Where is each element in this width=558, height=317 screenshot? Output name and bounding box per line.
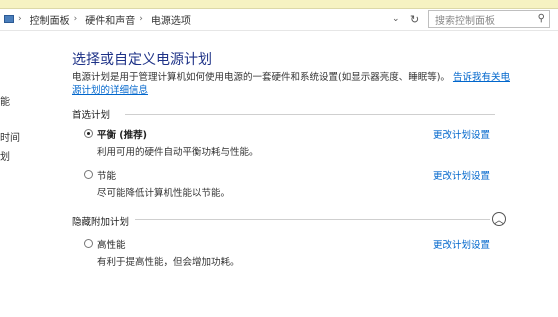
balanced-plan-description: 利用可用的硬件自动平衡功耗与性能。 [97, 147, 259, 158]
window-top-strip [0, 0, 558, 9]
description-text: 电源计划是用于管理计算机如何使用电源的一套硬件和系统设置(如显示器亮度、睡眠等)… [72, 72, 450, 83]
search-icon[interactable]: ⚲ [538, 13, 545, 24]
breadcrumb-separator-icon: › [73, 14, 78, 24]
high-performance-plan-description: 有利于提高性能，但会增加功耗。 [97, 257, 240, 268]
expand-collapse-icon[interactable]: ︿ [492, 212, 506, 226]
power-saver-plan-description: 尽可能降低计算机性能以节能。 [97, 188, 231, 199]
balanced-plan-radio[interactable] [84, 129, 93, 138]
hidden-plans-label[interactable]: 隐藏附加计划 [72, 214, 129, 228]
high-performance-plan-radio[interactable] [84, 239, 93, 248]
address-divider [0, 30, 558, 31]
page-description: 电源计划是用于管理计算机如何使用电源的一套硬件和系统设置(如显示器亮度、睡眠等)… [72, 71, 512, 97]
breadcrumb-separator-icon: › [18, 14, 22, 24]
refresh-icon[interactable]: ↻ [410, 13, 419, 26]
balanced-change-settings-link[interactable]: 更改计划设置 [433, 127, 490, 141]
left-nav-fragment[interactable]: 能 [0, 93, 10, 108]
search-placeholder: 搜索控制面板 [435, 15, 495, 27]
control-panel-icon [4, 15, 14, 23]
breadcrumb-hardware-sound[interactable]: 硬件和声音 [85, 12, 135, 27]
power-saver-plan-radio[interactable] [84, 170, 93, 179]
left-nav-fragment[interactable]: 划 [0, 148, 10, 163]
left-nav-fragment[interactable]: 时间 [0, 129, 20, 144]
preferred-plans-label: 首选计划 [72, 110, 111, 121]
breadcrumb-control-panel[interactable]: 控制面板 [30, 12, 70, 27]
power-saver-change-settings-link[interactable]: 更改计划设置 [433, 168, 490, 182]
balanced-plan-name[interactable]: 平衡 (推荐) [97, 127, 147, 141]
high-performance-plan-name[interactable]: 高性能 [97, 237, 126, 251]
preferred-section-divider [125, 114, 495, 115]
page-title: 选择或自定义电源计划 [72, 52, 212, 68]
address-history-chevron-icon[interactable]: ⌄ [392, 14, 400, 24]
power-saver-plan-name[interactable]: 节能 [97, 168, 116, 182]
address-bar[interactable]: › 控制面板 › 硬件和声音 › 电源选项 [0, 10, 420, 28]
search-input[interactable]: 搜索控制面板 ⚲ [428, 10, 550, 28]
high-performance-change-settings-link[interactable]: 更改计划设置 [433, 237, 490, 251]
breadcrumb-separator-icon: › [139, 14, 143, 24]
hidden-section-divider [135, 219, 490, 220]
breadcrumb-power-options[interactable]: 电源选项 [151, 12, 191, 27]
